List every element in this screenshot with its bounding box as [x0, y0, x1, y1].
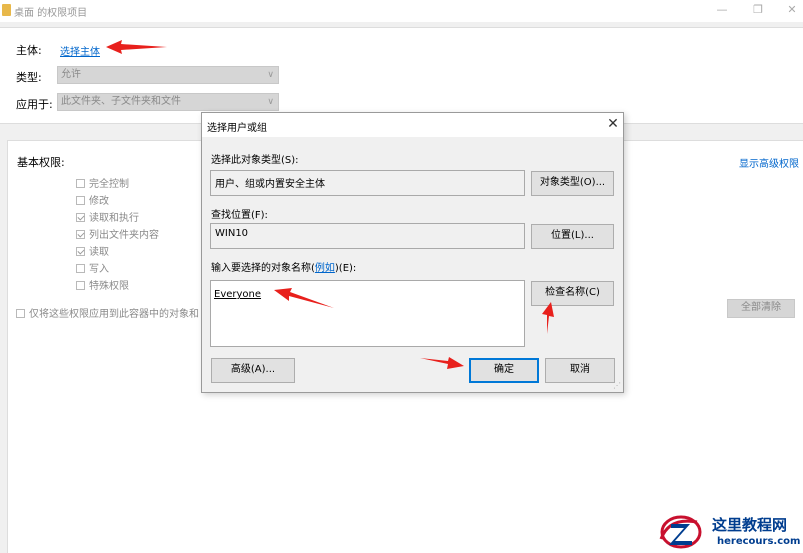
select-users-dialog: 选择用户或组 ✕ 选择此对象类型(S): 用户、组或内置安全主体 对象类型(O)…	[201, 112, 624, 393]
object-name-entry: Everyone	[214, 289, 262, 300]
dialog-title: 选择用户或组	[207, 123, 267, 134]
type-label: 类型:	[16, 71, 42, 84]
type-select[interactable]: 允许 ∨	[57, 66, 279, 84]
object-types-button[interactable]: 对象类型(O)...	[531, 171, 614, 196]
show-advanced-link[interactable]: 显示高级权限	[739, 155, 799, 170]
window-titlebar: 桌面 的权限项目 — ❐ ✕	[0, 0, 803, 22]
principal-label: 主体:	[16, 44, 42, 57]
location-field: WIN10	[210, 223, 525, 249]
apply-only-checkbox-row[interactable]: 仅将这些权限应用到此容器中的对象和	[16, 305, 202, 320]
location-label: 查找位置(F):	[211, 210, 268, 221]
clear-all-button[interactable]: 全部清除	[727, 299, 795, 318]
permission-modify[interactable]: 修改	[76, 192, 109, 207]
minimize-button[interactable]: —	[712, 2, 732, 18]
object-names-label: 输入要选择的对象名称(例如)(E):	[211, 263, 357, 274]
permission-list-folder[interactable]: 列出文件夹内容	[76, 226, 159, 241]
restore-button[interactable]: ❐	[748, 2, 768, 18]
basic-permissions-label: 基本权限:	[17, 156, 65, 169]
checkbox[interactable]	[76, 281, 85, 290]
type-value: 允许	[61, 69, 81, 80]
object-type-label: 选择此对象类型(S):	[211, 155, 299, 166]
applies-to-select[interactable]: 此文件夹、子文件夹和文件 ∨	[57, 93, 279, 111]
resize-grip-icon[interactable]: ⋰	[613, 382, 621, 390]
ok-button[interactable]: 确定	[469, 358, 539, 383]
permission-full-control[interactable]: 完全控制	[76, 175, 129, 190]
checkbox[interactable]	[76, 230, 85, 239]
chevron-down-icon: ∨	[267, 70, 274, 80]
select-principal-link[interactable]: 选择主体	[60, 43, 100, 58]
watermark-logo-icon	[659, 515, 702, 549]
close-window-button[interactable]: ✕	[782, 2, 802, 18]
applies-to-label: 应用于:	[16, 98, 53, 111]
object-type-field: 用户、组或内置安全主体	[210, 170, 525, 196]
checkbox[interactable]	[76, 247, 85, 256]
permission-read-execute[interactable]: 读取和执行	[76, 209, 139, 224]
check-names-button[interactable]: 检查名称(C)	[531, 281, 614, 306]
checkbox[interactable]	[76, 179, 85, 188]
checkbox[interactable]	[16, 309, 25, 318]
watermark-url: herecours.com	[717, 536, 801, 547]
cancel-button[interactable]: 取消	[545, 358, 615, 383]
locations-button[interactable]: 位置(L)...	[531, 224, 614, 249]
applies-to-value: 此文件夹、子文件夹和文件	[61, 96, 181, 107]
permission-write[interactable]: 写入	[76, 260, 109, 275]
checkbox[interactable]	[76, 196, 85, 205]
principal-panel: 主体: 选择主体 类型: 允许 ∨ 应用于: 此文件夹、子文件夹和文件 ∨	[0, 27, 803, 124]
checkbox[interactable]	[76, 213, 85, 222]
permission-special[interactable]: 特殊权限	[76, 277, 129, 292]
watermark-title: 这里教程网	[712, 516, 788, 534]
close-icon[interactable]: ✕	[604, 115, 622, 133]
dialog-titlebar: 选择用户或组 ✕	[202, 113, 623, 137]
object-names-input[interactable]: Everyone	[210, 280, 525, 347]
window-title: 桌面 的权限项目	[14, 8, 88, 19]
chevron-down-icon: ∨	[267, 97, 274, 107]
permission-read[interactable]: 读取	[76, 243, 109, 258]
checkbox[interactable]	[76, 264, 85, 273]
advanced-button[interactable]: 高级(A)...	[211, 358, 295, 383]
folder-icon	[2, 4, 11, 16]
examples-link[interactable]: 例如	[315, 263, 335, 274]
